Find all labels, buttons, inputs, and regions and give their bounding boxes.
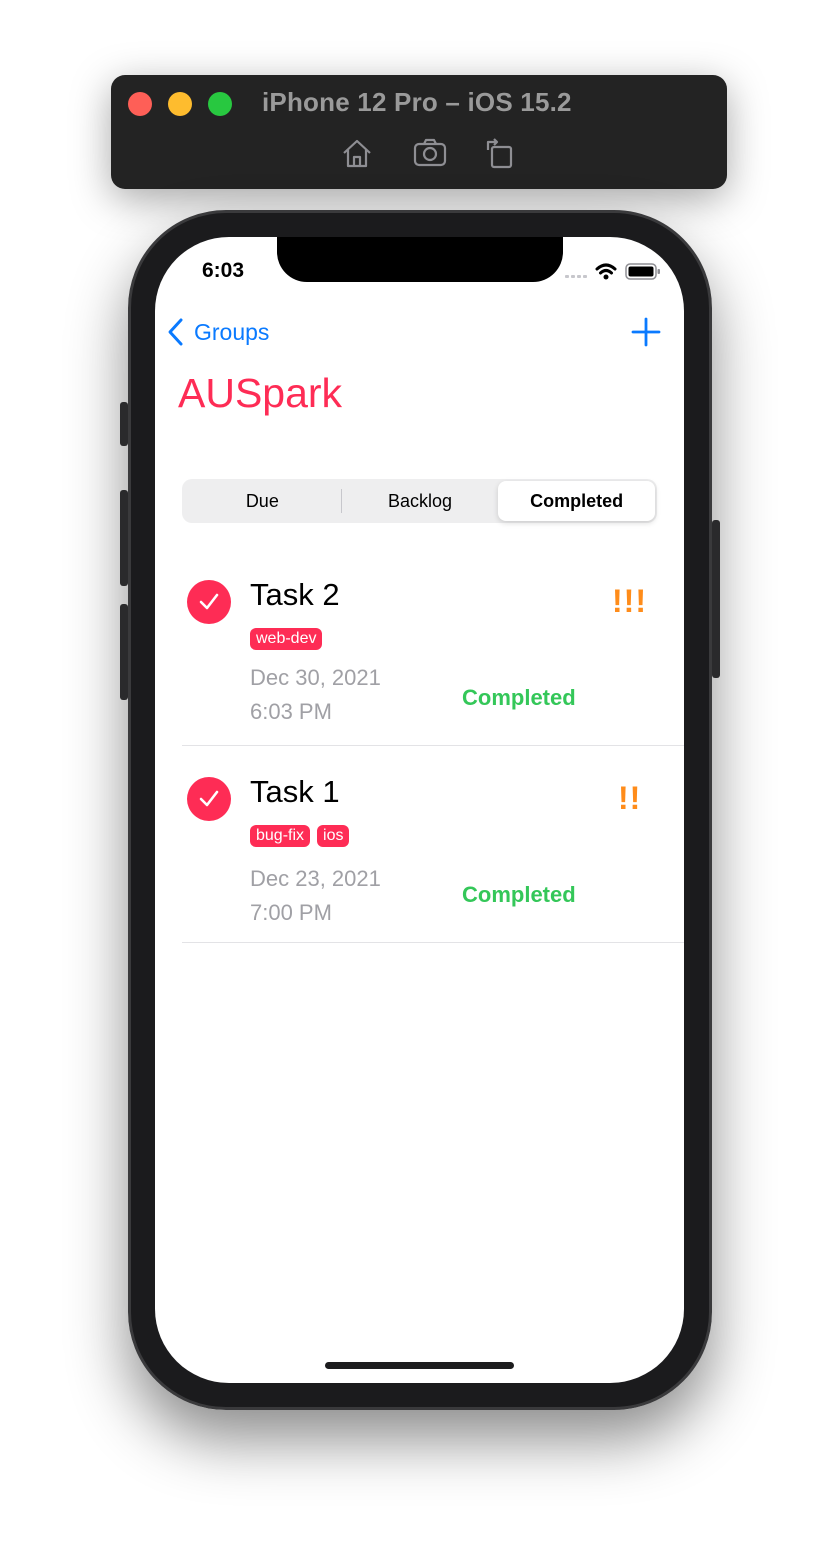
- camera-icon[interactable]: [413, 136, 447, 170]
- segmented-control: Due Backlog Completed: [182, 479, 657, 523]
- tag-badge: ios: [317, 825, 350, 847]
- status-time: 6:03: [202, 259, 245, 282]
- minimize-window-button[interactable]: [168, 92, 192, 116]
- zoom-window-button[interactable]: [208, 92, 232, 116]
- task-title: Task 1: [250, 774, 340, 809]
- chevron-left-icon: [168, 318, 183, 346]
- task-time: 7:00 PM: [250, 900, 332, 925]
- task-date: Dec 23, 2021: [250, 866, 381, 891]
- checkmark-circle-icon[interactable]: [187, 777, 231, 821]
- task-tags: bug-fix ios: [250, 825, 350, 847]
- checkmark-circle-icon[interactable]: [187, 580, 231, 624]
- plus-icon: [631, 317, 661, 347]
- wifi-icon: [595, 263, 617, 275]
- close-window-button[interactable]: [128, 92, 152, 116]
- task-status: Completed: [462, 882, 576, 907]
- home-indicator[interactable]: [325, 1362, 514, 1369]
- mute-switch: [120, 402, 128, 446]
- task-time: 6:03 PM: [250, 699, 332, 724]
- task-title: Task 2: [250, 577, 340, 612]
- volume-down-button: [120, 604, 128, 700]
- rotate-icon[interactable]: [483, 136, 517, 170]
- segment-due[interactable]: Due: [184, 481, 341, 521]
- home-icon[interactable]: [340, 136, 374, 170]
- task-row[interactable]: Task 2 web-dev Dec 30, 2021 6:03 PM Comp…: [182, 549, 684, 746]
- notch: [277, 237, 563, 282]
- page-title: AUSpark: [178, 370, 343, 416]
- status-icons: [565, 261, 661, 283]
- priority-indicator: !!!: [612, 583, 647, 619]
- simulator-title: iPhone 12 Pro – iOS 15.2: [262, 87, 572, 117]
- back-button[interactable]: Groups: [166, 314, 269, 350]
- task-row[interactable]: Task 1 bug-fix ios Dec 23, 2021 7:00 PM …: [182, 746, 684, 943]
- task-date: Dec 30, 2021: [250, 665, 381, 690]
- back-label: Groups: [194, 318, 270, 345]
- power-button: [712, 520, 720, 678]
- signal-icon: [565, 275, 587, 278]
- segment-backlog[interactable]: Backlog: [342, 481, 499, 521]
- segment-completed[interactable]: Completed: [498, 481, 656, 521]
- volume-up-button: [120, 490, 128, 586]
- battery-icon: [625, 263, 660, 280]
- task-tags: web-dev: [250, 628, 323, 650]
- tag-badge: web-dev: [250, 628, 323, 650]
- priority-indicator: !!: [618, 780, 642, 816]
- add-task-button[interactable]: [630, 316, 662, 348]
- task-status: Completed: [462, 685, 576, 710]
- tag-badge: bug-fix: [250, 825, 311, 847]
